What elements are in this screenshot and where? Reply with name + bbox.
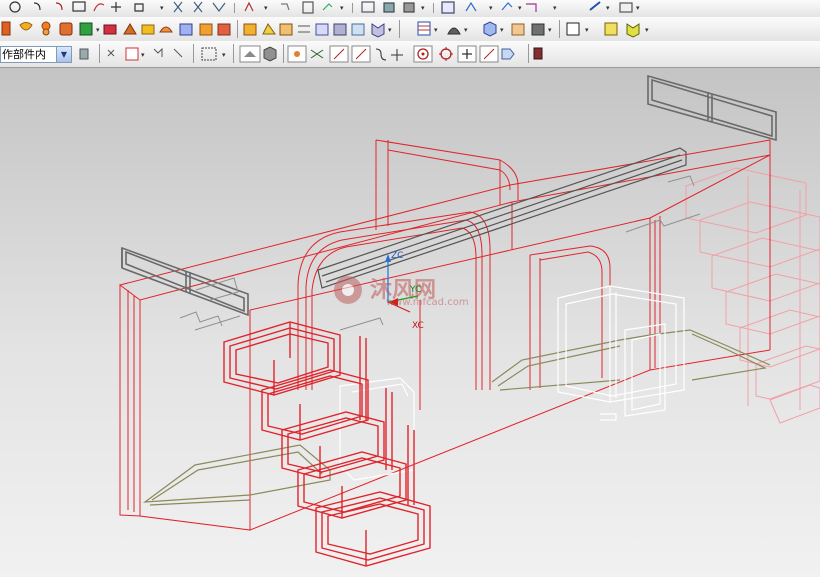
analysis-icon[interactable] [526,3,537,12]
snap-quadrant-icon[interactable] [391,49,403,61]
expression-icon[interactable] [322,3,333,11]
arc-icon[interactable] [33,2,41,11]
pattern-icon[interactable] [134,3,144,12]
wireframe-icon[interactable] [447,27,461,35]
svg-text:▾: ▾ [264,4,268,12]
base-frame-left [142,444,331,506]
spline-icon[interactable] [93,3,105,12]
window-frame-right [647,74,777,142]
intersect-icon[interactable] [279,23,293,36]
extend-icon[interactable] [193,1,203,13]
stop-icon[interactable] [533,47,543,60]
select-box-icon[interactable] [201,47,217,61]
svg-text:▾: ▾ [553,4,557,12]
toolbar-row-1-icons: ▾ ▾ ▾ ▾ ▾ ▾ ▾ ▾ ▾ [9,1,640,14]
background-shelf-right [685,167,820,424]
layer-icon[interactable] [383,2,395,13]
toolbar-row-3-icons: ▾ ▾ [79,44,543,63]
slot-icon[interactable] [123,23,137,35]
offset-icon[interactable] [244,1,254,12]
rail-beam [317,147,687,289]
watermark: 沐风网 www.mfcad.com [334,276,469,308]
snap-midpoint-icon[interactable] [310,49,324,59]
pad-icon[interactable] [103,24,117,35]
svg-text:▾: ▾ [518,4,522,12]
graphics-viewport[interactable]: 沐风网 www.mfcad.com ZC YC XC [0,68,820,577]
pocket-icon[interactable] [79,22,93,36]
svg-text:▾: ▾ [489,4,493,12]
svg-text:▾: ▾ [340,4,344,12]
svg-text:▾: ▾ [548,26,552,34]
draft-icon[interactable] [217,23,231,36]
point-icon[interactable] [111,2,121,12]
render-icon[interactable] [441,1,455,14]
unite-icon[interactable] [243,23,257,36]
component-icon[interactable] [79,48,89,60]
svg-text:▾: ▾ [96,26,100,34]
grid-icon[interactable] [315,23,329,36]
revolve-icon[interactable] [19,22,33,31]
trim-icon[interactable] [173,1,183,13]
svg-text:▾: ▾ [464,26,468,34]
color-icon[interactable] [417,21,431,36]
extrude-icon[interactable] [1,21,11,36]
svg-text:▾: ▾ [500,26,504,34]
svg-text:▾: ▾ [388,26,392,34]
shaded-icon[interactable] [371,23,385,38]
axis-label-x: XC [412,321,424,331]
layer-settings-icon[interactable] [351,23,365,36]
svg-text:▾: ▾ [645,26,649,34]
shell-icon[interactable] [199,23,213,36]
svg-text:▾: ▾ [421,4,425,12]
toolbar-row-1: ▾ ▾ ▾ ▾ ▾ ▾ ▾ ▾ ▾ [0,0,820,18]
toolbar-row-2-icons: ▾ ▾ ▾ ▾ ▾ ▾ ▾ ▾ [1,20,649,38]
camera-icon[interactable] [465,1,477,12]
blend-icon[interactable] [159,26,173,33]
axis-label-z: ZC [391,251,403,261]
chamfer-icon[interactable] [179,23,193,36]
svg-text:▾: ▾ [141,51,145,59]
svg-text:▾: ▾ [636,4,640,12]
subtract-icon[interactable] [262,23,276,35]
axis-label-y: YC [409,285,421,295]
rectangle-icon[interactable] [72,1,86,12]
wcs-icon[interactable] [333,23,347,36]
mirror-icon[interactable] [212,2,226,12]
snap-center-icon[interactable] [375,48,387,61]
base-frame-right [491,329,771,391]
toolbar-row-3: 作部件内 ▼ ▾ ▾ [0,41,820,68]
boss-icon[interactable] [59,22,73,36]
snap-on-curve-icon[interactable] [440,48,452,60]
svg-text:▾: ▾ [606,4,610,12]
toolbar-row-2: ▾ ▾ ▾ ▾ ▾ ▾ ▾ ▾ [0,17,820,42]
orient-icon[interactable] [483,21,497,37]
dimension-icon[interactable] [302,1,314,14]
circle-icon[interactable] [9,1,21,13]
body-select-icon[interactable] [263,46,277,62]
assembly-icon[interactable] [125,47,139,61]
fillet-icon[interactable] [55,2,63,11]
svg-text:▾: ▾ [585,26,589,34]
wireframe-model: 沐风网 www.mfcad.com ZC YC XC [118,74,820,567]
sketch-icon[interactable] [361,1,375,13]
svg-text:▾: ▾ [160,4,164,12]
measure-icon[interactable] [501,2,513,11]
svg-text:▾: ▾ [434,26,438,34]
groove-icon[interactable] [141,24,155,35]
hide-icon[interactable] [173,48,183,58]
staircase [223,321,431,567]
wire-icon[interactable] [298,25,310,33]
constraint-icon[interactable] [281,3,290,11]
constrain-icon[interactable] [153,47,163,57]
svg-text:▾: ▾ [222,51,226,59]
main-frame [118,139,771,531]
view-icon[interactable] [403,2,415,13]
window-frame-left [121,246,249,317]
move-icon[interactable] [107,49,115,57]
